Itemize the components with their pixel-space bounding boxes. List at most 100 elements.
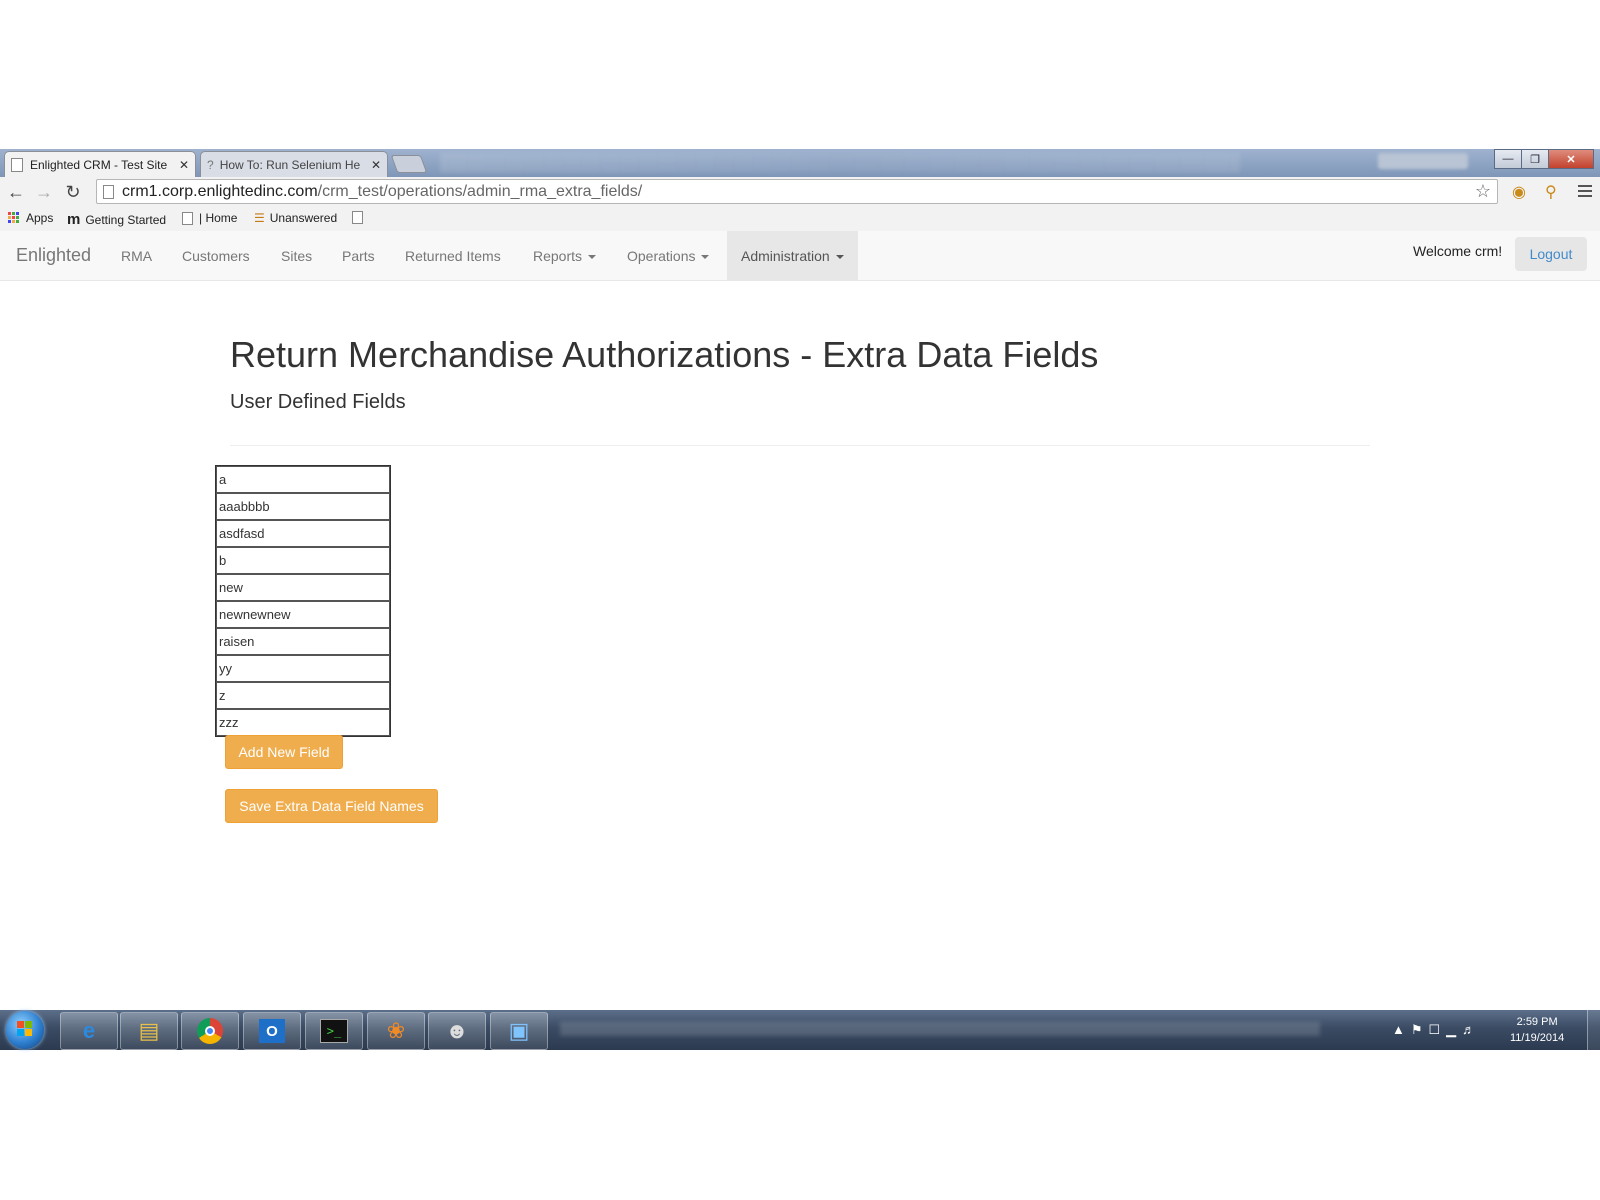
- nav-administration-dropdown[interactable]: Administration: [727, 231, 858, 281]
- extra-field-input[interactable]: [216, 466, 390, 493]
- start-button[interactable]: [6, 1011, 44, 1049]
- bookmark-home[interactable]: | Home: [182, 211, 237, 225]
- bookmark-label: Unanswered: [269, 211, 338, 225]
- extra-field-input[interactable]: [216, 628, 390, 655]
- bookmark-unanswered[interactable]: ☰ Unanswered: [254, 211, 337, 225]
- page-icon: [182, 211, 193, 225]
- divider: [230, 445, 1370, 446]
- welcome-text: Welcome crm!: [1413, 243, 1503, 259]
- nav-rma[interactable]: RMA: [121, 231, 152, 281]
- profile-badge[interactable]: [1378, 153, 1468, 169]
- nav-parts[interactable]: Parts: [342, 231, 375, 281]
- nav-label: Customers: [182, 248, 250, 264]
- save-field-names-button[interactable]: Save Extra Data Field Names: [225, 789, 438, 823]
- nav-operations-dropdown[interactable]: Operations: [627, 231, 710, 281]
- bookmark-untitled[interactable]: [352, 211, 369, 224]
- nav-returned-items[interactable]: Returned Items: [405, 231, 501, 281]
- minimize-button[interactable]: —: [1494, 149, 1522, 169]
- extra-field-input[interactable]: [216, 547, 390, 574]
- blurred-taskbar-text: [560, 1022, 1320, 1036]
- extra-field-input[interactable]: [216, 574, 390, 601]
- reload-icon[interactable]: ↻: [61, 180, 85, 204]
- new-tab-button[interactable]: [390, 155, 428, 173]
- file-explorer-icon[interactable]: ▤: [120, 1012, 178, 1050]
- site-navbar: Enlighted RMA Customers Sites Parts Retu…: [0, 231, 1600, 281]
- extension-icon[interactable]: ◉: [1512, 182, 1526, 202]
- extra-fields-list: [215, 465, 391, 737]
- bookmark-label: Apps: [26, 211, 54, 225]
- terminal-icon[interactable]: >_: [305, 1012, 363, 1050]
- page-icon: [11, 157, 23, 172]
- internet-explorer-icon[interactable]: e: [60, 1012, 118, 1050]
- address-bar[interactable]: crm1.corp.enlightedinc.com/crm_test/oper…: [96, 179, 1498, 204]
- forward-arrow-icon[interactable]: →: [32, 180, 56, 204]
- extra-field-input[interactable]: [216, 682, 390, 709]
- tab-enlighted-crm[interactable]: Enlighted CRM - Test Site ✕: [4, 151, 196, 177]
- tab-title: How To: Run Selenium He: [219, 157, 361, 172]
- url-host: crm1.corp.enlightedinc.com: [122, 182, 318, 200]
- bookmark-star-icon[interactable]: ☆: [1475, 181, 1491, 202]
- clock-time: 2:59 PM: [1516, 1016, 1558, 1028]
- browser-toolbar: ← → ↻ crm1.corp.enlightedinc.com/crm_tes…: [0, 177, 1600, 207]
- nav-sites[interactable]: Sites: [281, 231, 312, 281]
- taskbar-clock[interactable]: 2:59 PM 11/19/2014: [1510, 1014, 1564, 1046]
- extra-field-input[interactable]: [216, 709, 390, 736]
- back-arrow-icon[interactable]: ←: [4, 180, 28, 204]
- caret-down-icon: [835, 255, 844, 260]
- browser-window: Enlighted CRM - Test Site ✕ ? How To: Ru…: [0, 149, 1600, 1010]
- logout-button[interactable]: Logout: [1515, 237, 1587, 271]
- bookmarks-bar: Apps m Getting Started | Home ☰ Unanswer…: [0, 207, 1600, 232]
- web-page: Enlighted RMA Customers Sites Parts Retu…: [0, 231, 1600, 1010]
- show-desktop-button[interactable]: [1587, 1010, 1600, 1050]
- nav-customers[interactable]: Customers: [182, 231, 250, 281]
- tab-close-icon[interactable]: ✕: [179, 158, 189, 172]
- chrome-icon[interactable]: [181, 1012, 239, 1050]
- blurred-background-tabs: [440, 153, 1240, 173]
- add-new-field-button[interactable]: Add New Field: [225, 735, 343, 769]
- key-extension-icon[interactable]: ⚲: [1545, 182, 1557, 202]
- bookmark-label: Getting Started: [85, 212, 167, 227]
- image-viewer-icon[interactable]: ▣: [490, 1012, 548, 1050]
- nav-label: Administration: [741, 248, 830, 264]
- apps-grid-icon: [8, 212, 20, 224]
- bookmark-getting-started[interactable]: m Getting Started: [67, 211, 166, 228]
- windows-logo-icon: [17, 1021, 33, 1037]
- chrome-menu-icon[interactable]: [1578, 182, 1592, 200]
- clock-date: 11/19/2014: [1510, 1032, 1565, 1044]
- app-icon[interactable]: ❀: [367, 1012, 425, 1050]
- windows-taskbar: e ▤ O >_ ❀ ☻ ▣ ▲⚑☐▁♬ 2:59 PM 11/19/2014: [0, 1010, 1600, 1050]
- extra-field-input[interactable]: [216, 520, 390, 547]
- nav-label: Operations: [627, 248, 696, 264]
- page-icon: [103, 184, 114, 199]
- nav-reports-dropdown[interactable]: Reports: [533, 231, 597, 281]
- tab-close-icon[interactable]: ✕: [371, 158, 381, 172]
- page-title: Return Merchandise Authorizations - Extr…: [230, 334, 1099, 375]
- page-icon: [352, 211, 363, 224]
- extra-field-input[interactable]: [216, 655, 390, 682]
- tab-strip: Enlighted CRM - Test Site ✕ ? How To: Ru…: [0, 149, 1600, 177]
- brand-link[interactable]: Enlighted: [16, 245, 91, 266]
- extra-field-input[interactable]: [216, 601, 390, 628]
- system-tray[interactable]: ▲⚑☐▁♬: [1392, 1022, 1481, 1038]
- maximize-button[interactable]: ❐: [1521, 149, 1549, 169]
- nav-label: Reports: [533, 248, 583, 264]
- nav-label: Returned Items: [405, 248, 501, 264]
- page-subtitle: User Defined Fields: [230, 391, 406, 413]
- tab-how-to-selenium[interactable]: ? How To: Run Selenium He ✕: [200, 151, 388, 177]
- window-controls: — ❐ ✕: [1494, 149, 1594, 169]
- extra-field-input[interactable]: [216, 493, 390, 520]
- m-icon: m: [67, 211, 81, 228]
- nav-label: Parts: [342, 248, 375, 264]
- caret-down-icon: [701, 255, 710, 260]
- stackoverflow-icon: ☰: [254, 211, 265, 225]
- tab-title: Enlighted CRM - Test Site: [30, 157, 168, 172]
- question-icon: ?: [207, 157, 214, 172]
- bookmark-apps[interactable]: Apps: [8, 211, 53, 225]
- outlook-icon[interactable]: O: [243, 1012, 301, 1050]
- caret-down-icon: [588, 255, 597, 260]
- nav-label: RMA: [121, 248, 153, 264]
- close-window-button[interactable]: ✕: [1548, 149, 1594, 169]
- gimp-icon[interactable]: ☻: [428, 1012, 486, 1050]
- url-path: /crm_test/operations/admin_rma_extra_fie…: [317, 182, 643, 200]
- nav-label: Sites: [281, 248, 313, 264]
